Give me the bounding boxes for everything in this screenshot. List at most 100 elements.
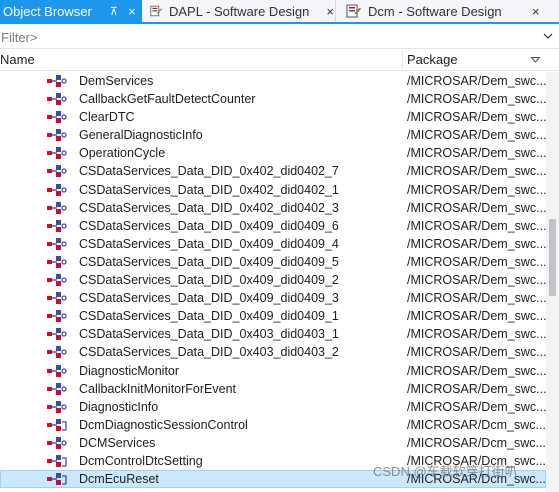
close-icon[interactable]: × — [530, 4, 542, 19]
column-header: Name Package — [0, 50, 559, 71]
item-package: /MICROSAR/Dem_swc... — [407, 363, 546, 378]
tab-dapl-software-design[interactable]: DAPL - Software Design × — [142, 0, 336, 22]
tab-object-browser[interactable]: Object Browser ⊼ × — [0, 0, 142, 22]
list-item[interactable]: CSDataServices_Data_DID_0x409_did0409_1 /… — [0, 307, 546, 325]
tab-label: DAPL - Software Design — [168, 3, 310, 19]
item-name: CallbackInitMonitorForEvent — [79, 381, 237, 396]
item-name: CSDataServices_Data_DID_0x403_did0403_1 — [79, 327, 339, 342]
item-package: /MICROSAR/Dem_swc... — [407, 110, 546, 125]
item-name: DCMServices — [79, 435, 156, 450]
vertical-scrollbar[interactable] — [546, 72, 559, 492]
object-list: DemServices/MICROSAR/Dem_swc... CallbackG… — [0, 72, 546, 489]
close-icon[interactable]: × — [126, 4, 138, 19]
item-package: /MICROSAR/Dem_swc... — [407, 74, 546, 88]
item-package: /MICROSAR/Dem_swc... — [407, 164, 546, 179]
list-item[interactable]: CSDataServices_Data_DID_0x403_did0403_1 /… — [0, 325, 546, 343]
item-name: CallbackGetFaultDetectCounter — [79, 92, 256, 107]
watermark: CSDN @车载软笌打街叭 — [373, 464, 518, 479]
client-server-interface-icon — [47, 328, 67, 341]
item-package: /MICROSAR/Dem_swc... — [407, 309, 546, 324]
list-item[interactable]: DiagnosticMonitor/MICROSAR/Dem_swc... — [0, 362, 546, 380]
item-name: CSDataServices_Data_DID_0x409_did0409_3 — [79, 291, 339, 306]
client-server-interface-icon — [47, 292, 67, 305]
item-name: ClearDTC — [79, 110, 135, 125]
filter-input[interactable] — [0, 27, 521, 47]
list-item[interactable]: CSDataServices_Data_DID_0x402_did0402_1 /… — [0, 181, 546, 199]
mode-switch-interface-icon — [47, 418, 67, 431]
list-item[interactable]: CallbackInitMonitorForEvent/MICROSAR/Dem… — [0, 380, 546, 398]
item-package: /MICROSAR/Dem_swc... — [407, 399, 546, 414]
client-server-interface-icon — [47, 255, 67, 268]
list-item[interactable]: ClearDTC/MICROSAR/Dem_swc... — [0, 108, 546, 126]
client-server-interface-icon — [47, 219, 67, 232]
item-package: /MICROSAR/Dcm_swc... — [407, 435, 546, 450]
list-item[interactable]: CSDataServices_Data_DID_0x409_did0409_2 /… — [0, 271, 546, 289]
item-package: /MICROSAR/Dem_swc... — [407, 182, 546, 197]
client-server-interface-icon — [47, 346, 67, 359]
item-package: /MICROSAR/Dem_swc... — [407, 254, 546, 269]
item-name: OperationCycle — [79, 146, 166, 161]
item-name: CSDataServices_Data_DID_0x402_did0402_1 — [79, 182, 339, 197]
item-package: /MICROSAR/Dem_swc... — [407, 236, 546, 251]
tab-dcm-software-design[interactable]: Dcm - Software Design × — [336, 0, 559, 22]
client-server-interface-icon — [47, 364, 67, 377]
item-package: /MICROSAR/Dem_swc... — [407, 381, 546, 396]
item-name: CSDataServices_Data_DID_0x402_did0402_7 — [79, 164, 339, 179]
item-name: CSDataServices_Data_DID_0x409_did0409_6 — [79, 218, 339, 233]
item-name: CSDataServices_Data_DID_0x409_did0409_4 — [79, 236, 339, 251]
tab-label: Dcm - Software Design — [368, 3, 502, 19]
chevron-down-icon[interactable] — [542, 28, 554, 44]
client-server-interface-icon — [47, 93, 67, 106]
sort-arrow-icon — [531, 57, 540, 63]
item-name: DcmEcuReset — [79, 472, 159, 487]
item-name: CSDataServices_Data_DID_0x409_did0409_5 — [79, 254, 339, 269]
software-design-icon — [150, 5, 162, 17]
item-name: DemServices — [79, 74, 154, 88]
client-server-interface-icon — [47, 382, 67, 395]
client-server-interface-icon — [47, 165, 67, 178]
item-name: CSDataServices_Data_DID_0x403_did0403_2 — [79, 345, 339, 360]
list-item[interactable]: CSDataServices_Data_DID_0x402_did0402_7 /… — [0, 162, 546, 180]
item-package: /MICROSAR/Dem_swc... — [407, 200, 546, 215]
pin-icon[interactable]: ⊼ — [108, 5, 120, 18]
item-package: /MICROSAR/Dcm_swc... — [407, 417, 546, 432]
client-server-interface-icon — [47, 274, 67, 287]
item-package: /MICROSAR/Dem_swc... — [407, 218, 546, 233]
item-package: /MICROSAR/Dem_swc... — [407, 273, 546, 288]
item-name: GeneralDiagnosticInfo — [79, 128, 203, 143]
list-item[interactable]: CSDataServices_Data_DID_0x403_did0403_2 /… — [0, 343, 546, 361]
list-item[interactable]: DemServices/MICROSAR/Dem_swc... — [0, 72, 546, 90]
list-item[interactable]: CSDataServices_Data_DID_0x402_did0402_3 /… — [0, 199, 546, 217]
item-name: CSDataServices_Data_DID_0x402_did0402_3 — [79, 200, 339, 215]
list-item[interactable]: CallbackGetFaultDetectCounter/MICROSAR/D… — [0, 90, 546, 108]
tab-label: Object Browser — [3, 3, 92, 19]
client-server-interface-icon — [47, 75, 67, 87]
item-package: /MICROSAR/Dem_swc... — [407, 327, 546, 342]
item-package: /MICROSAR/Dem_swc... — [407, 345, 546, 360]
item-name: CSDataServices_Data_DID_0x409_did0409_2 — [79, 273, 339, 288]
list-item[interactable]: CSDataServices_Data_DID_0x409_did0409_5 /… — [0, 253, 546, 271]
column-header-package[interactable]: Package — [407, 50, 542, 71]
list-item[interactable]: GeneralDiagnosticInfo/MICROSAR/Dem_swc..… — [0, 126, 546, 144]
software-design-icon — [346, 4, 361, 18]
client-server-interface-icon — [47, 400, 67, 413]
list-item[interactable]: CSDataServices_Data_DID_0x409_did0409_3 /… — [0, 289, 546, 307]
client-server-interface-icon — [47, 111, 67, 124]
item-name: DcmControlDtcSetting — [79, 453, 203, 468]
document-tab-strip: Object Browser ⊼ × DAPL - Software Desig… — [0, 0, 559, 24]
item-package: /MICROSAR/Dem_swc... — [407, 291, 546, 306]
list-item[interactable]: CSDataServices_Data_DID_0x409_did0409_4 /… — [0, 235, 546, 253]
filter-bar — [0, 25, 559, 49]
item-package: /MICROSAR/Dem_swc... — [407, 146, 546, 161]
scrollbar-thumb[interactable] — [549, 219, 556, 296]
column-header-name[interactable]: Name — [0, 50, 403, 71]
client-server-interface-icon — [47, 237, 67, 250]
close-icon[interactable]: × — [325, 4, 335, 19]
list-item[interactable]: CSDataServices_Data_DID_0x409_did0409_6 /… — [0, 217, 546, 235]
list-item[interactable]: DiagnosticInfo/MICROSAR/Dem_swc... — [0, 398, 546, 416]
list-item[interactable]: DcmDiagnosticSessionControl/MICROSAR/Dcm… — [0, 416, 546, 434]
list-item[interactable]: OperationCycle/MICROSAR/Dem_swc... — [0, 144, 546, 162]
client-server-interface-icon — [47, 310, 67, 323]
list-item[interactable]: DCMServices/MICROSAR/Dcm_swc... — [0, 434, 546, 452]
item-package: /MICROSAR/Dem_swc... — [407, 92, 546, 107]
